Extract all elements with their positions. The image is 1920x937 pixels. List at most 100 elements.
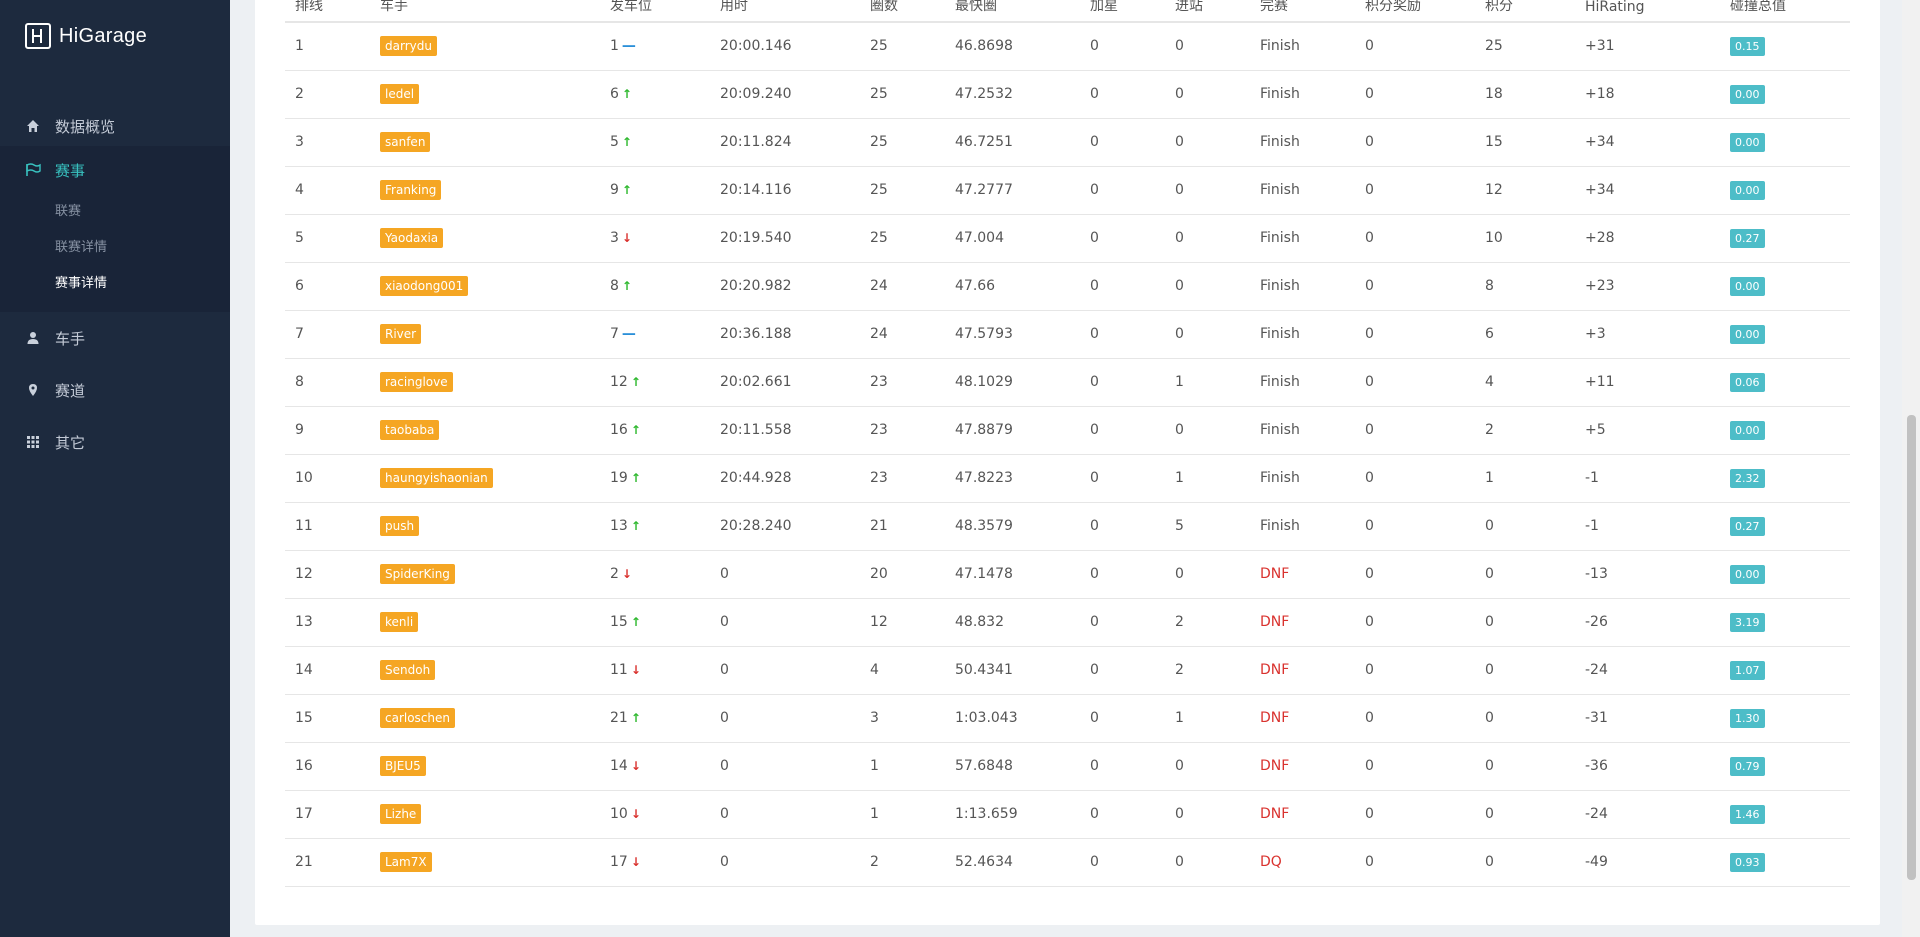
page-scrollbar[interactable] xyxy=(1902,0,1920,937)
rating-value: +34 xyxy=(1585,134,1615,150)
laps-value: 25 xyxy=(870,230,888,246)
cell-points: 0 xyxy=(1475,502,1575,551)
cell-time: 20:19.540 xyxy=(710,214,860,263)
cell-collision: 0.00 xyxy=(1720,550,1850,599)
cell-position: 21 xyxy=(285,838,370,887)
cell-collision: 0.00 xyxy=(1720,166,1850,215)
driver-tag[interactable]: carloschen xyxy=(380,708,456,728)
points-value: 18 xyxy=(1485,86,1503,102)
cell-pit: 0 xyxy=(1165,406,1250,455)
table-row: 5 Yaodaxia 3 ↓ 20:19.540 25 47.004 0 0 Finish 0 10 +… xyxy=(285,214,1850,263)
cell-time: 0 xyxy=(710,790,860,839)
grid-value: 17 xyxy=(610,854,628,870)
cell-time: 20:11.558 xyxy=(710,406,860,455)
sidebar-item-drivers[interactable]: 车手 xyxy=(0,318,230,358)
cell-time: 20:02.661 xyxy=(710,358,860,407)
cell-position: 5 xyxy=(285,214,370,263)
status-value: Finish xyxy=(1260,470,1300,486)
fastest-lap-value: 50.4341 xyxy=(955,662,1013,678)
fastest-lap-value: 47.66 xyxy=(955,278,996,294)
time-value: 20:44.928 xyxy=(720,470,792,486)
cell-award: 0 xyxy=(1355,118,1475,167)
cell-laps: 4 xyxy=(860,646,945,695)
driver-tag[interactable]: Lizhe xyxy=(380,804,422,824)
sidebar-subitem-event-detail[interactable]: 赛事详情 xyxy=(0,266,230,302)
grid-value: 8 xyxy=(610,278,619,294)
cell-status: Finish xyxy=(1250,454,1355,503)
sidebar-item-tracks[interactable]: 赛道 xyxy=(0,370,230,410)
table-row: 11 push 13 ↑ 20:28.240 21 48.3579 0 5 Finish 0 0 -1 0… xyxy=(285,502,1850,551)
cell-pit: 0 xyxy=(1165,22,1250,71)
laps-value: 24 xyxy=(870,326,888,342)
fastest-lap-value: 48.1029 xyxy=(955,374,1013,390)
rating-value: +34 xyxy=(1585,182,1615,198)
cell-bonus: 0 xyxy=(1080,310,1165,359)
brand[interactable]: HiGarage xyxy=(25,22,147,50)
position-value: 8 xyxy=(295,374,304,390)
cell-points: 2 xyxy=(1475,406,1575,455)
sidebar-item-events[interactable]: 赛事 xyxy=(0,146,230,194)
sidebar-item-overview[interactable]: 数据概览 xyxy=(0,106,230,146)
cell-points: 12 xyxy=(1475,166,1575,215)
cell-time: 20:28.240 xyxy=(710,502,860,551)
pit-value: 0 xyxy=(1175,230,1184,246)
time-value: 20:11.558 xyxy=(720,422,792,438)
cell-award: 0 xyxy=(1355,454,1475,503)
points-value: 0 xyxy=(1485,662,1494,678)
cell-collision: 0.06 xyxy=(1720,358,1850,407)
driver-tag[interactable]: Sendoh xyxy=(380,660,436,680)
cell-grid: 14 ↓ xyxy=(600,742,710,791)
status-value: Finish xyxy=(1260,422,1300,438)
cell-fastest: 47.004 xyxy=(945,214,1080,263)
driver-tag[interactable]: taobaba xyxy=(380,420,440,440)
driver-tag[interactable]: Yaodaxia xyxy=(380,228,444,248)
cell-grid: 13 ↑ xyxy=(600,502,710,551)
cell-driver: taobaba xyxy=(370,406,600,455)
driver-tag[interactable]: haungyishaonian xyxy=(380,468,493,488)
arrow-up-icon: ↑ xyxy=(630,711,641,725)
cell-position: 16 xyxy=(285,742,370,791)
driver-tag[interactable]: Franking xyxy=(380,180,442,200)
driver-tag[interactable]: kenli xyxy=(380,612,419,632)
pit-value: 2 xyxy=(1175,614,1184,630)
cell-points: 25 xyxy=(1475,22,1575,71)
sidebar-subitem-league[interactable]: 联赛 xyxy=(0,194,230,230)
cell-pit: 2 xyxy=(1165,598,1250,647)
driver-tag[interactable]: BJEU5 xyxy=(380,756,426,776)
collision-badge: 0.93 xyxy=(1730,852,1765,872)
driver-tag[interactable]: push xyxy=(380,516,420,536)
cell-points: 0 xyxy=(1475,694,1575,743)
driver-tag[interactable]: ledel xyxy=(380,84,420,104)
cell-award: 0 xyxy=(1355,502,1475,551)
driver-tag[interactable]: sanfen xyxy=(380,132,431,152)
sidebar-item-other[interactable]: 其它 xyxy=(0,422,230,462)
cell-grid: 7— xyxy=(600,310,710,359)
position-value: 10 xyxy=(295,470,313,486)
driver-tag[interactable]: River xyxy=(380,324,422,344)
driver-tag[interactable]: Lam7X xyxy=(380,852,432,872)
cell-laps: 25 xyxy=(860,214,945,263)
driver-tag[interactable]: racinglove xyxy=(380,372,453,392)
driver-tag[interactable]: xiaodong001 xyxy=(380,276,469,296)
driver-tag[interactable]: darrydu xyxy=(380,36,437,57)
cell-points: 4 xyxy=(1475,358,1575,407)
cell-position: 14 xyxy=(285,646,370,695)
status-value: Finish xyxy=(1260,326,1300,342)
cell-fastest: 47.66 xyxy=(945,262,1080,311)
scrollbar-thumb[interactable] xyxy=(1907,415,1916,880)
position-value: 3 xyxy=(295,134,304,150)
rating-value: -24 xyxy=(1585,806,1608,822)
cell-collision: 0.79 xyxy=(1720,742,1850,791)
grid-value: 13 xyxy=(610,518,628,534)
collision-badge: 1.30 xyxy=(1730,708,1765,728)
sidebar-menu: 数据概览 赛事 联赛 联赛详情 赛事详情 车手 赛道 其它 xyxy=(0,106,230,462)
laps-value: 25 xyxy=(870,86,888,102)
arrow-down-icon: ↓ xyxy=(621,567,632,581)
cell-position: 3 xyxy=(285,118,370,167)
cell-status: Finish xyxy=(1250,502,1355,551)
sidebar-subitem-league-detail[interactable]: 联赛详情 xyxy=(0,230,230,266)
driver-tag[interactable]: SpiderKing xyxy=(380,564,455,584)
cell-pit: 0 xyxy=(1165,262,1250,311)
cell-fastest: 46.8698 xyxy=(945,22,1080,71)
rating-value: -24 xyxy=(1585,662,1608,678)
